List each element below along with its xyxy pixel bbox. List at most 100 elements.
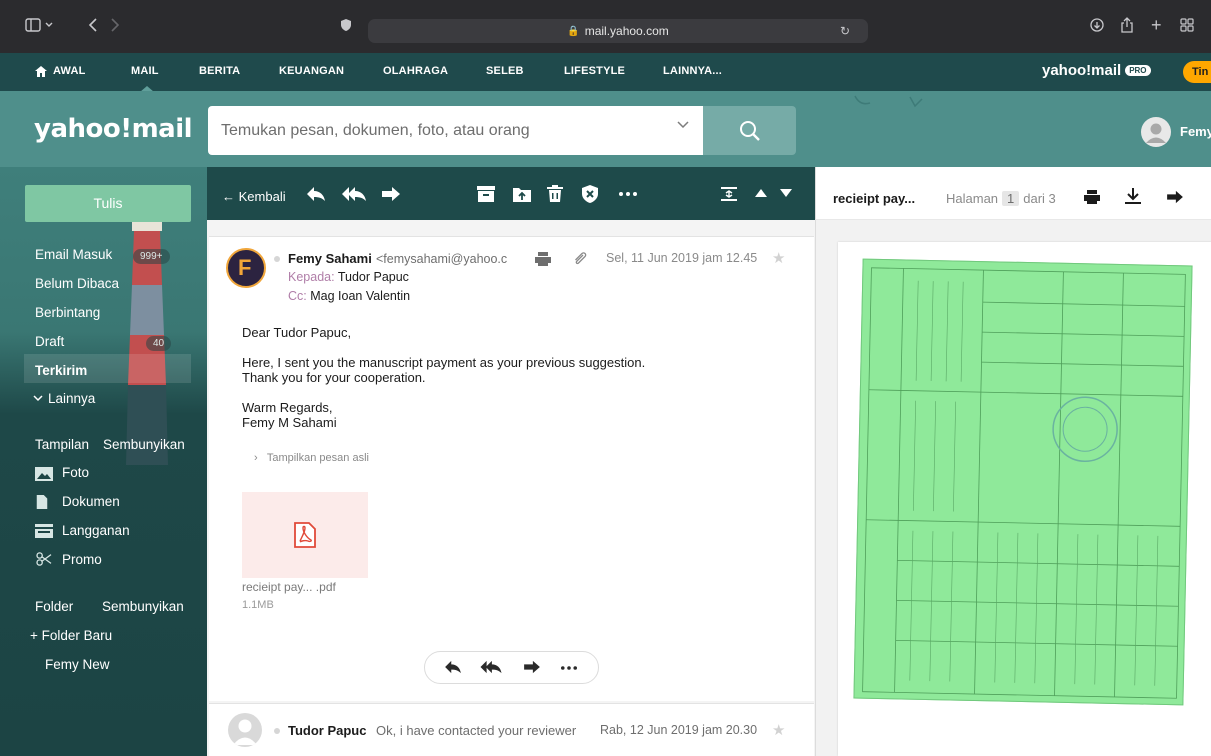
- yahoo-mail-logo[interactable]: yahoo!mail: [34, 114, 193, 144]
- attachment-preview: [815, 220, 1211, 756]
- next-message-icon[interactable]: [780, 189, 792, 197]
- trash-icon[interactable]: [547, 185, 563, 202]
- collapse-icon[interactable]: [721, 187, 737, 201]
- sidebar-item-subscriptions[interactable]: Langganan: [62, 523, 130, 538]
- search-placeholder: Temukan pesan, dokumen, foto, atau orang: [221, 122, 530, 139]
- folders-hide-toggle[interactable]: Sembunyikan: [102, 599, 184, 614]
- back-button[interactable]: ← Kembali: [222, 189, 286, 204]
- more-options-icon[interactable]: [619, 192, 637, 196]
- brand-text: yahoo!mail: [1042, 62, 1122, 79]
- username[interactable]: Femy: [1180, 124, 1211, 139]
- page-number-input[interactable]: 1: [1002, 191, 1020, 206]
- photo-icon: [35, 467, 53, 481]
- nav-finance[interactable]: KEUANGAN: [279, 65, 344, 77]
- reply-icon[interactable]: [306, 186, 326, 202]
- nav-lifestyle[interactable]: LIFESTYLE: [564, 65, 625, 77]
- chevron-down-icon: [33, 395, 43, 402]
- nav-more[interactable]: LAINNYA...: [663, 65, 722, 77]
- read-indicator: [274, 256, 280, 262]
- privacy-shield-icon[interactable]: [340, 14, 352, 36]
- message-row-snippet: Ok, i have contacted your reviewer: [376, 723, 577, 738]
- sidebar-item-documents[interactable]: Dokumen: [62, 494, 120, 509]
- sidebar-item-photos[interactable]: Foto: [62, 465, 89, 480]
- download-icon[interactable]: [1125, 188, 1141, 204]
- sender-avatar: [228, 713, 262, 747]
- sidebar-more-label: Lainnya: [48, 391, 96, 406]
- move-icon[interactable]: [513, 186, 531, 202]
- archive-icon[interactable]: [477, 186, 495, 202]
- pdf-icon: [294, 522, 316, 548]
- reply-all-icon[interactable]: [342, 186, 366, 202]
- new-tab-icon[interactable]: +: [1151, 14, 1162, 36]
- show-original-link[interactable]: › Tampilkan pesan asli: [254, 452, 369, 464]
- share-icon[interactable]: [1121, 14, 1133, 36]
- yahoo-mail-pro-logo[interactable]: yahoo!mail PRO: [1042, 62, 1151, 79]
- chevron-down-icon[interactable]: [677, 121, 689, 129]
- reply-icon[interactable]: [444, 660, 462, 674]
- bird-decoration: [854, 95, 923, 108]
- star-icon[interactable]: ★: [772, 249, 785, 267]
- forward-icon[interactable]: [523, 660, 541, 674]
- mail-header: yahoo!mail Temukan pesan, dokumen, foto,…: [0, 91, 1211, 167]
- home-icon: [35, 65, 47, 77]
- cc-line: Cc: Mag Ioan Valentin: [288, 289, 410, 303]
- body-line-2: Thank you for your cooperation.: [242, 370, 426, 385]
- nav-mail[interactable]: MAIL: [131, 65, 159, 77]
- cc-recipient[interactable]: Mag Ioan Valentin: [310, 289, 410, 303]
- nav-home-label: AWAL: [53, 65, 86, 77]
- sidebar-item-draft[interactable]: Draft: [35, 334, 64, 349]
- sidebar-item-promo[interactable]: Promo: [62, 552, 102, 567]
- sender-avatar[interactable]: F: [226, 248, 266, 288]
- sidebar-item-inbox[interactable]: Email Masuk: [35, 247, 112, 262]
- tab-overview-icon[interactable]: [1180, 14, 1194, 36]
- to-label: Kepada:: [288, 270, 335, 284]
- sidebar-toggle-icon[interactable]: [25, 14, 55, 36]
- sidebar-item-unread[interactable]: Belum Dibaca: [35, 276, 119, 291]
- forward-nav-icon[interactable]: [110, 14, 120, 36]
- body-line-1: Here, I sent you the manuscript payment …: [242, 355, 646, 370]
- upgrade-button[interactable]: Tin: [1183, 61, 1211, 83]
- search-button[interactable]: [703, 106, 796, 155]
- forward-icon[interactable]: [1166, 190, 1184, 204]
- reply-all-icon[interactable]: [480, 660, 502, 674]
- nav-sports[interactable]: OLAHRAGA: [383, 65, 448, 77]
- message-date: Sel, 11 Jun 2019 jam 12.45: [606, 251, 758, 265]
- back-nav-icon[interactable]: [88, 14, 98, 36]
- to-line: Kepada: Tudor Papuc: [288, 270, 409, 284]
- print-icon[interactable]: [535, 252, 551, 266]
- download-icon[interactable]: [1090, 14, 1104, 36]
- folders-header: Folder: [35, 599, 74, 614]
- forward-icon[interactable]: [381, 186, 401, 202]
- search-input[interactable]: Temukan pesan, dokumen, foto, atau orang: [208, 106, 703, 155]
- user-avatar[interactable]: [1141, 117, 1171, 147]
- views-hide-toggle[interactable]: Sembunyikan: [103, 437, 185, 452]
- lighthouse-decoration: [126, 205, 168, 465]
- message-row[interactable]: Tudor Papuc Ok, i have contacted your re…: [209, 703, 814, 756]
- address-bar[interactable]: 🔒 mail.yahoo.com ↻: [368, 19, 868, 43]
- inbox-count-badge: 999+: [133, 249, 170, 264]
- read-indicator: [274, 728, 280, 734]
- new-folder-button[interactable]: + Folder Baru: [30, 628, 112, 643]
- nav-home[interactable]: AWAL: [35, 65, 86, 77]
- print-icon[interactable]: [1084, 190, 1100, 204]
- spam-shield-icon[interactable]: [582, 185, 598, 203]
- compose-button[interactable]: Tulis: [25, 185, 191, 222]
- document-page: [838, 242, 1211, 756]
- sidebar-item-femy-new[interactable]: Femy New: [45, 657, 110, 672]
- sidebar-item-sent[interactable]: Terkirim: [35, 363, 87, 378]
- show-original-label: Tampilkan pesan asli: [266, 452, 369, 464]
- reload-icon[interactable]: ↻: [840, 24, 850, 38]
- sender-name[interactable]: Femy Sahami: [288, 251, 372, 266]
- previous-message-icon[interactable]: [755, 189, 767, 197]
- sidebar-item-starred[interactable]: Berbintang: [35, 305, 100, 320]
- attachment-name[interactable]: recieipt pay... .pdf: [242, 580, 336, 594]
- sidebar-item-more[interactable]: Lainnya: [33, 391, 95, 406]
- back-label: Kembali: [238, 189, 286, 204]
- nav-celebrity[interactable]: SELEB: [486, 65, 524, 77]
- more-options-icon[interactable]: [561, 666, 577, 670]
- nav-news[interactable]: BERITA: [199, 65, 240, 77]
- attachment-thumbnail[interactable]: [242, 492, 368, 578]
- body-signature: Femy M Sahami: [242, 415, 337, 430]
- star-icon[interactable]: ★: [772, 721, 785, 739]
- to-recipient[interactable]: Tudor Papuc: [338, 270, 409, 284]
